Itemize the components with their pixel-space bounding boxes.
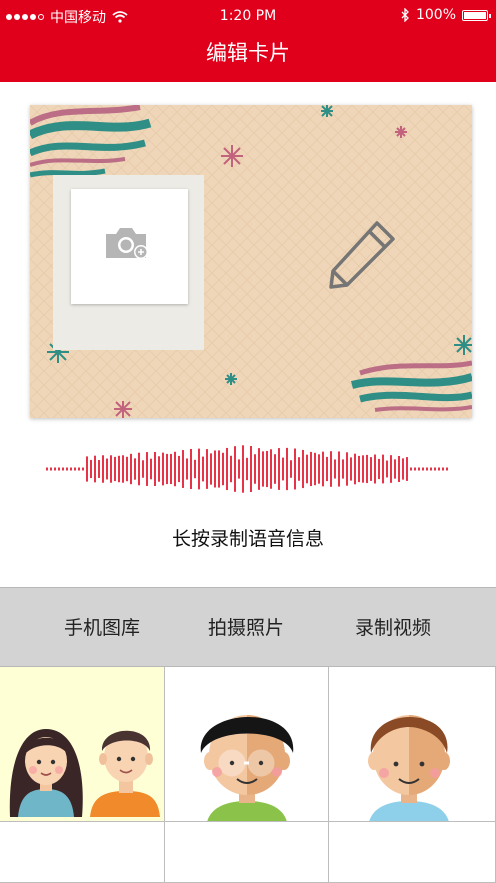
tab-record-video[interactable]: 录制视频: [317, 588, 469, 668]
bluetooth-icon: [401, 8, 409, 22]
image-grid: [0, 667, 496, 883]
pencil-icon[interactable]: [325, 217, 399, 291]
status-bar: 中国移动 1:20 PM 100%: [0, 0, 496, 30]
source-tabs: 手机图库 拍摄照片 录制视频: [0, 587, 496, 667]
card-preview[interactable]: [30, 105, 472, 418]
nav-bar: 编辑卡片: [0, 30, 496, 82]
grid-item-empty-3[interactable]: [329, 822, 496, 883]
voice-hint: 长按录制语音信息: [171, 528, 324, 550]
battery-percent: 100%: [415, 7, 456, 23]
photo-frame: [53, 175, 204, 350]
grid-item-couple[interactable]: [0, 667, 165, 822]
grid-item-boy-glasses[interactable]: [165, 667, 329, 822]
tab-take-photo[interactable]: 拍摄照片: [170, 588, 322, 668]
page-title: 编辑卡片: [206, 41, 290, 65]
tab-gallery[interactable]: 手机图库: [26, 588, 178, 668]
grid-item-empty-2[interactable]: [165, 822, 329, 883]
add-photo-button[interactable]: [71, 189, 188, 304]
couple-avatar: [9, 729, 160, 817]
battery-icon: [462, 9, 491, 21]
grid-item-empty-1[interactable]: [0, 822, 165, 883]
grid-item-boy[interactable]: [329, 667, 496, 822]
status-right: 100%: [401, 7, 491, 23]
camera-add-icon: [106, 228, 148, 259]
boy-avatar: [368, 715, 450, 821]
boy-glasses-avatar: [200, 715, 294, 821]
sound-wave-icon[interactable]: [46, 441, 450, 497]
